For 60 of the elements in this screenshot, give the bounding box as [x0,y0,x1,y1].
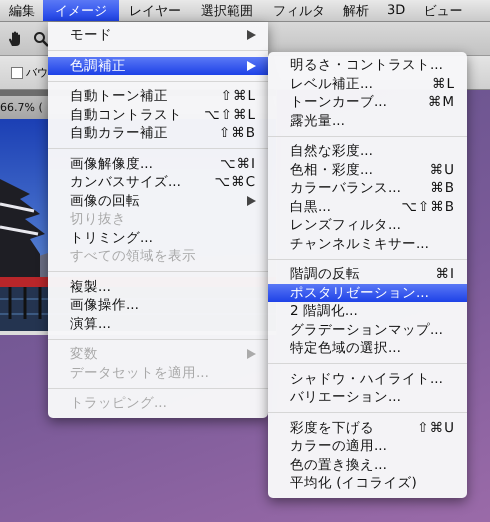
submenu-arrow-icon [247,30,256,40]
menu-item[interactable]: カンバスサイズ... ⌥⌘C [48,173,268,192]
menu-item[interactable]: 画像操作... [48,296,268,314]
checkbox[interactable] [11,66,23,78]
shortcut-label: ⇧⌘B [218,125,256,142]
menu-item[interactable]: トリミング... [48,228,268,247]
menu-item[interactable]: 画像解像度... ⌥⌘I [48,154,268,173]
shortcut-label: ⌥⇧⌘B [401,198,455,215]
menu-item[interactable]: 自然な彩度... [268,142,467,160]
menu-bar-item[interactable]: ビュー [415,0,470,21]
menu-item[interactable]: 演算... [48,314,268,333]
menu-item[interactable]: 露光量... [268,112,467,130]
shortcut-label: ⇧⌘U [417,420,455,436]
menu-item[interactable]: カラーバランス... ⌘B [268,179,467,198]
menu-item[interactable]: チャンネルミキサー... [268,234,467,253]
shortcut-label: ⇧⌘L [220,88,256,104]
menu-item[interactable]: 自動カラー補正 ⇧⌘B [48,124,268,142]
menu-bar-item[interactable]: レイヤー [119,0,191,21]
menu-bar-item[interactable]: 編集 [1,0,43,21]
submenu-arrow-icon [247,349,256,360]
menu-item[interactable]: ポスタリゼーション... [268,284,467,302]
menu-item[interactable]: 自動トーン補正 ⇧⌘L [48,87,268,106]
menu-item[interactable]: 平均化 (イコライズ) [268,474,467,492]
menu-item[interactable]: グラデーションマップ... [268,320,467,339]
menu-item[interactable]: シャドウ・ハイライト... [268,370,467,388]
menu-item[interactable]: バリエーション... [268,388,467,406]
shortcut-label: ⌥⌘C [214,174,256,190]
shortcut-label: ⌘L [432,76,455,92]
menu-bar-item[interactable]: 3D [377,0,416,21]
menu-item[interactable]: 複製... [48,278,268,296]
menu-bar-item[interactable]: イメージ [43,0,119,21]
menu-item[interactable]: 白黒... ⌥⇧⌘B [268,198,467,216]
menu-bar-item[interactable]: フィルタ [263,0,335,21]
menu-item[interactable]: 階調の反転 ⌘I [268,265,467,284]
menu-item[interactable]: 画像の回転 [48,192,268,210]
document-tab[interactable]: 66.7% ( [0,101,43,114]
menu-item[interactable]: 明るさ・コントラスト... [268,56,467,74]
menu-item[interactable]: レンズフィルタ... [268,216,467,234]
shortcut-label: ⌘I [436,266,455,282]
menu-bar-item[interactable]: 選択範囲 [191,0,263,21]
shortcut-label: ⌘U [430,162,455,178]
menu-bar-item[interactable]: 解析 [335,0,377,21]
menu-item[interactable]: カラーの適用... [268,437,467,456]
menu-item[interactable]: 自動コントラスト ⌥⇧⌘L [48,106,268,124]
shortcut-label: ⌘M [428,94,455,110]
shortcut-label: ⌘B [430,180,455,196]
menu-item[interactable]: レベル補正... ⌘L [268,74,467,93]
menu-item[interactable]: 彩度を下げる ⇧⌘U [268,418,467,437]
menu-item[interactable]: 色の置き換え... [268,456,467,474]
menu-item[interactable]: 2 階調化... [268,302,467,320]
menu-item[interactable]: 特定色域の選択... [268,339,467,358]
shortcut-label: ⌥⇧⌘L [204,106,256,123]
zoom-tool-icon[interactable] [33,30,49,46]
checkbox-label: バウ [26,65,48,80]
submenu-arrow-icon [247,60,256,71]
menu-item[interactable]: 色相・彩度... ⌘U [268,160,467,179]
shortcut-label: ⌥⌘I [220,156,256,172]
menu-item[interactable]: トーンカーブ... ⌘M [268,93,467,112]
submenu-arrow-icon [247,196,256,206]
menu-item[interactable]: 色調補正 [48,56,268,75]
